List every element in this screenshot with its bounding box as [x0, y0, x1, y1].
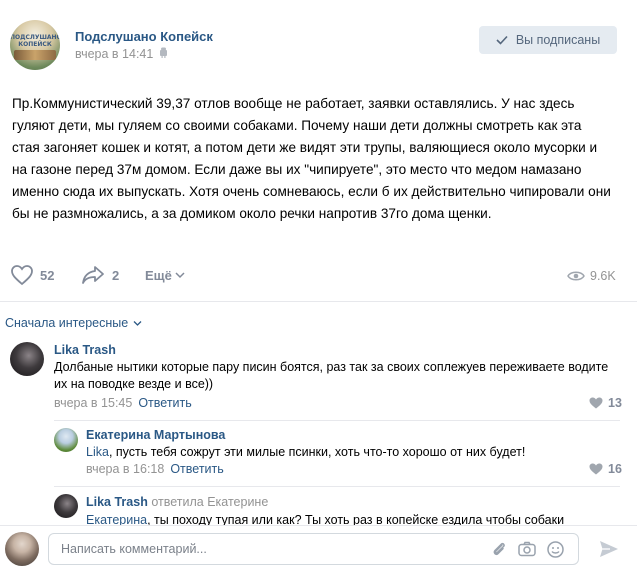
sort-dropdown[interactable]: Сначала интересные — [5, 316, 128, 330]
android-icon — [160, 47, 167, 58]
comment-divider — [54, 420, 620, 421]
more-button[interactable]: Ещё — [145, 268, 172, 283]
subscribed-label: Вы подписаны — [515, 33, 601, 47]
group-name[interactable]: Подслушано Копейск — [75, 29, 213, 44]
comment-like-count: 13 — [608, 396, 622, 410]
my-avatar[interactable] — [5, 532, 39, 566]
group-logo-text: ПОДСЛУШАНО КОПЕЙСК — [10, 34, 60, 48]
post-actions: 52 2 Ещё 9.6K — [0, 258, 637, 296]
comment-like-count: 16 — [608, 462, 622, 476]
comment-like[interactable]: 13 — [589, 396, 622, 410]
comment-body: , пусть тебя сожрут эти милые псинки, хо… — [108, 445, 526, 459]
comment-author-name[interactable]: Lika Trash — [86, 495, 148, 509]
check-icon — [496, 35, 508, 45]
subscribed-button[interactable]: Вы подписаны — [479, 26, 617, 54]
reply-button[interactable]: Ответить — [170, 462, 223, 476]
heart-icon — [589, 463, 603, 475]
like-count: 52 — [40, 268, 55, 283]
paperclip-icon[interactable] — [491, 541, 507, 557]
camera-icon[interactable] — [518, 541, 536, 557]
comment: Lika Trash Долбаные нытики которые пару … — [0, 338, 637, 418]
comment-composer — [0, 525, 637, 571]
comment-avatar[interactable] — [54, 428, 78, 452]
comment-avatar[interactable] — [54, 494, 78, 518]
comment-meta: вчера в 16:18 Ответить — [86, 462, 224, 476]
comment-author[interactable]: Екатерина Мартынова — [86, 428, 225, 442]
chevron-down-icon[interactable] — [133, 320, 142, 327]
group-logo-image — [14, 50, 56, 60]
comment-author: Lika Trash ответила Екатерине — [86, 495, 268, 509]
send-icon[interactable] — [598, 539, 620, 559]
share-icon[interactable] — [81, 265, 105, 285]
group-avatar[interactable]: ПОДСЛУШАНО КОПЕЙСК — [10, 20, 60, 70]
reply-button[interactable]: Ответить — [138, 396, 191, 410]
chevron-down-icon[interactable] — [175, 271, 185, 279]
like-icon[interactable] — [10, 264, 34, 286]
smile-icon[interactable] — [547, 541, 564, 558]
comment-mention[interactable]: Lika — [86, 445, 109, 459]
share-count: 2 — [112, 268, 120, 283]
post-text: Пр.Коммунистический 39,37 отлов вообще н… — [12, 96, 611, 221]
comment-text: Екатерина, ты походу тупая или как? Ты х… — [86, 512, 616, 526]
comment-divider — [54, 486, 620, 487]
views-count: 9.6K — [590, 269, 616, 283]
comment-text: Lika, пусть тебя сожрут эти милые псинки… — [86, 444, 616, 461]
replied-to[interactable]: ответила Екатерине — [151, 495, 268, 509]
divider — [0, 301, 637, 302]
post-time[interactable]: вчера в 14:41 — [75, 47, 153, 61]
comment-time[interactable]: вчера в 15:45 — [54, 396, 132, 410]
comment-reply: Lika Trash ответила Екатерине Екатерина,… — [0, 486, 637, 526]
comment-avatar[interactable] — [10, 342, 44, 376]
comment-text: Долбаные нытики которые пару писин боятс… — [54, 360, 609, 391]
heart-icon — [589, 397, 603, 409]
comment-reply: Екатерина Мартынова Lika, пусть тебя сож… — [0, 420, 637, 485]
post-header: ПОДСЛУШАНО КОПЕЙСК Подслушано Копейск вч… — [0, 0, 637, 78]
comment-time[interactable]: вчера в 16:18 — [86, 462, 164, 476]
comment-author[interactable]: Lika Trash — [54, 343, 116, 357]
comment-like[interactable]: 16 — [589, 462, 622, 476]
comment-meta: вчера в 15:45 Ответить — [54, 396, 192, 410]
eye-icon — [567, 271, 585, 281]
